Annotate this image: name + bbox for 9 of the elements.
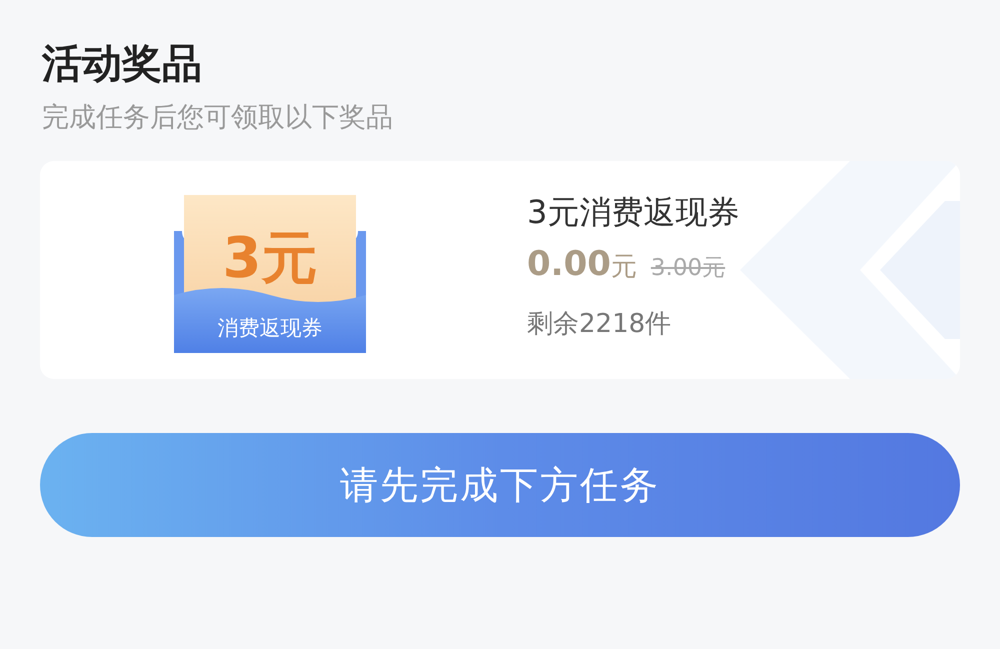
coupon-label: 消费返现券 (218, 316, 322, 340)
section-subtitle: 完成任务后您可领取以下奖品 (42, 101, 394, 135)
prize-name: 3元消费返现券 (527, 193, 740, 232)
stock-count: 剩余2218件 (527, 308, 672, 342)
section-title: 活动奖品 (42, 40, 203, 89)
original-price: 3.00元 (650, 254, 726, 284)
coupon-amount: 3元 (222, 226, 318, 292)
prize-price: 0.00元 (527, 247, 637, 286)
complete-tasks-button[interactable]: 请先完成下方任务 (40, 433, 960, 538)
